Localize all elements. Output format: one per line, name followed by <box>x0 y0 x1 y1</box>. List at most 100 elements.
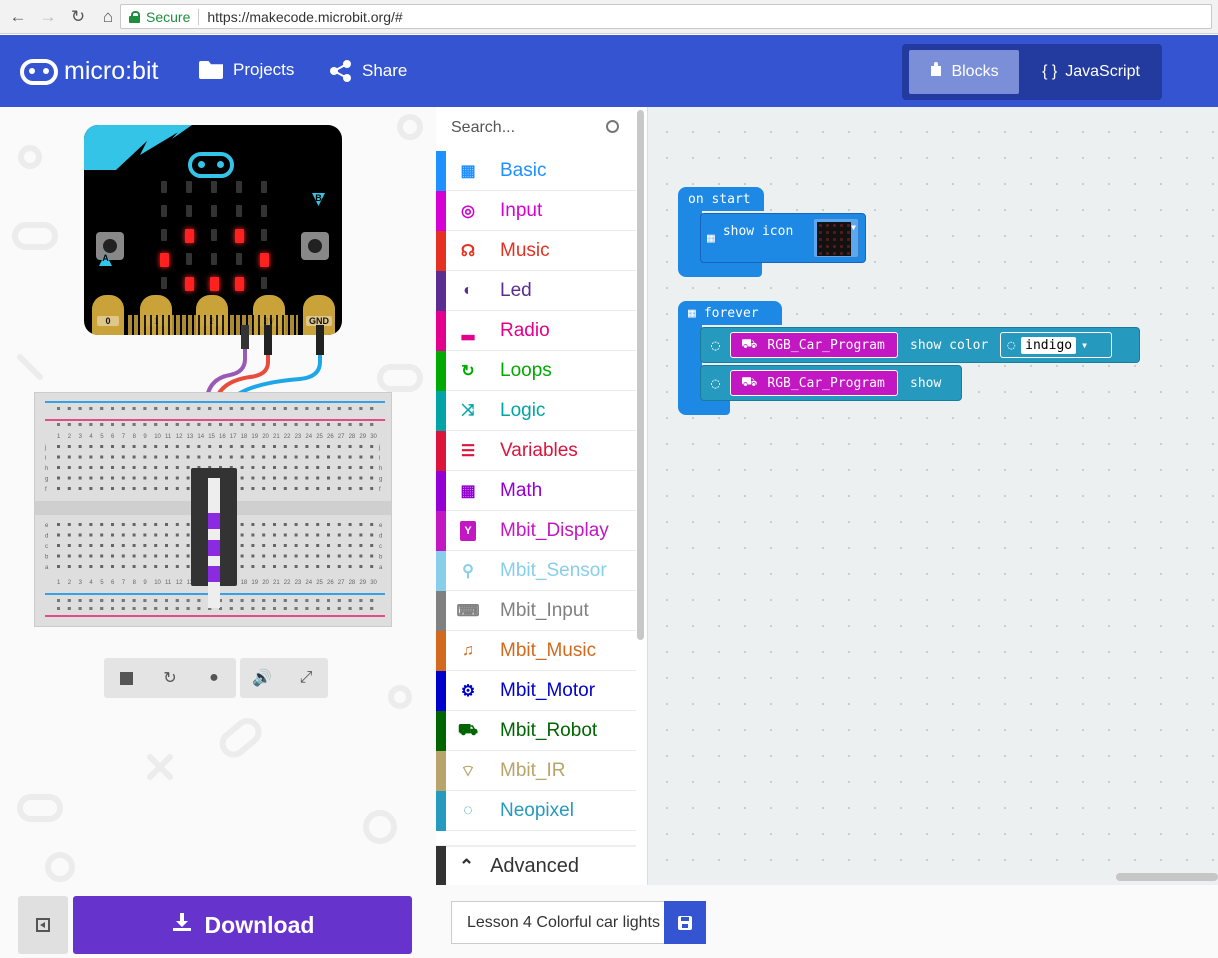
toolbox-category-led[interactable]: ◐ Led <box>436 270 636 311</box>
javascript-label: JavaScript <box>1065 63 1140 80</box>
blocks-workspace[interactable]: on start ▦ show icon ▼ ▦ forever ◌ ⛟ RGB… <box>648 107 1218 885</box>
rgb-show-block[interactable]: ◌ ⛟ RGB_Car_Program show <box>700 365 962 401</box>
list-icon: ☰ <box>460 442 476 460</box>
show-icon-block[interactable]: ▦ show icon ▼ <box>700 213 866 263</box>
toolbox-category-radio[interactable]: ▂ Radio <box>436 310 636 351</box>
breadboard-column-number: 20 <box>262 580 269 586</box>
microbit-board[interactable]: A B 0 1 2 3V GND <box>84 125 342 335</box>
show-color-label: show color <box>910 337 989 353</box>
breadboard-column-number: 5 <box>100 580 104 586</box>
toolbox-advanced[interactable]: ⌃ Advanced <box>436 845 636 886</box>
toolbox-category-mbit-ir[interactable]: ⌔ Mbit_IR <box>436 750 636 791</box>
led <box>236 205 242 217</box>
home-icon[interactable]: ⌂ <box>96 5 120 29</box>
led <box>160 253 169 267</box>
color-dropdown[interactable]: ◌ indigo ▼ <box>1000 332 1113 358</box>
led <box>161 229 167 241</box>
rgb-car-program-chip[interactable]: ⛟ RGB_Car_Program <box>730 370 899 396</box>
breadboard-column-number: 24 <box>305 580 312 586</box>
breadboard-row-letter: d <box>45 534 48 540</box>
breadboard-column-number: 11 <box>165 434 172 440</box>
toolbox-category-math[interactable]: ▦ Math <box>436 470 636 511</box>
breadboard-column-number: 7 <box>122 580 126 586</box>
breadboard-column-number: 28 <box>349 434 356 440</box>
project-name-input[interactable]: Lesson 4 Colorful car lights <box>451 901 664 944</box>
forever-block[interactable]: ▦ forever <box>678 301 782 325</box>
toolbox-category-mbit-display[interactable]: Y Mbit_Display <box>436 510 636 551</box>
breadboard-column-number: 1 <box>57 580 61 586</box>
save-button[interactable] <box>664 901 706 944</box>
breadboard-column-number: 2 <box>68 434 72 440</box>
led <box>236 253 242 265</box>
button-a[interactable] <box>96 232 124 260</box>
breadboard-row-letter: e <box>45 523 49 529</box>
workspace-horizontal-scrollbar[interactable] <box>1116 873 1218 881</box>
breadboard-column-number: 20 <box>262 434 269 440</box>
breadboard-column-number: 13 <box>187 434 194 440</box>
button-b[interactable] <box>301 232 329 260</box>
toolbox-category-logic[interactable]: ⤨ Logic <box>436 390 636 431</box>
breadboard-column-number: 18 <box>241 580 248 586</box>
share-icon <box>330 60 352 82</box>
led <box>161 181 167 193</box>
breadboard-column-number: 23 <box>295 580 302 586</box>
mute-icon[interactable]: 🔊 <box>240 658 284 698</box>
javascript-editor-button[interactable]: { } JavaScript <box>1026 50 1156 94</box>
restart-icon[interactable]: ↻ <box>148 658 192 698</box>
toolbox-category-neopixel[interactable]: ◌ Neopixel <box>436 790 636 831</box>
breadboard-column-number: 15 <box>208 434 215 440</box>
toolbox-category-variables[interactable]: ☰ Variables <box>436 430 636 471</box>
breadboard-row-letter: h <box>45 466 48 472</box>
logo-touch-icon[interactable] <box>188 152 234 178</box>
music-note-icon: ♫ <box>462 641 474 659</box>
rgb-show-color-block[interactable]: ◌ ⛟ RGB_Car_Program show color ◌ indigo … <box>700 327 1140 363</box>
category-label: Basic <box>500 159 547 181</box>
share-button[interactable]: Share <box>330 60 407 82</box>
microbit-logo[interactable]: micro:bit <box>20 57 158 86</box>
wrench-icon: ⚲ <box>462 562 474 580</box>
toolbox-category-mbit-robot[interactable]: ⛟ Mbit_Robot <box>436 710 636 751</box>
url-text[interactable]: https://makecode.microbit.org/# <box>207 9 402 25</box>
toolbox-category-loops[interactable]: ↻ Loops <box>436 350 636 391</box>
breadboard-row-letter: i <box>379 456 380 462</box>
puzzle-piece-icon <box>929 61 943 83</box>
address-bar[interactable]: Secure https://makecode.microbit.org/# <box>120 4 1212 29</box>
toolbox-category-input[interactable]: ◎ Input <box>436 190 636 231</box>
search-icon[interactable] <box>606 120 619 133</box>
lock-icon <box>129 10 140 23</box>
blocks-editor-button[interactable]: Blocks <box>909 50 1019 94</box>
toolbox-category-mbit-motor[interactable]: ⚙ Mbit_Motor <box>436 670 636 711</box>
projects-button[interactable]: Projects <box>199 60 294 80</box>
toolbox-category-mbit-input[interactable]: ⌨ Mbit_Input <box>436 590 636 631</box>
toolbox-category-mbit-music[interactable]: ♫ Mbit_Music <box>436 630 636 671</box>
rgb-car-program-chip[interactable]: ⛟ RGB_Car_Program <box>730 332 899 358</box>
fullscreen-icon[interactable]: ⤢ <box>284 658 328 698</box>
toolbox-scrollbar[interactable] <box>637 110 644 640</box>
download-label: Download <box>204 911 315 938</box>
breadboard-column-number: 30 <box>370 580 377 586</box>
reload-icon[interactable]: ↻ <box>66 5 90 29</box>
secure-indicator[interactable]: Secure <box>129 9 190 25</box>
forever-label: forever <box>703 305 759 321</box>
breadboard-row-letter: d <box>379 534 382 540</box>
icon-picker[interactable]: ▼ <box>813 218 859 258</box>
download-button[interactable]: Download <box>73 896 412 954</box>
led <box>185 277 194 291</box>
folder-icon <box>199 61 223 79</box>
toolbox-category-basic[interactable]: ▦ Basic <box>436 150 636 191</box>
stop-icon[interactable] <box>104 658 148 698</box>
toolbox-category-mbit-sensor[interactable]: ⚲ Mbit_Sensor <box>436 550 636 591</box>
led <box>261 229 267 241</box>
toggle-icon: ◐ <box>463 281 473 299</box>
slow-mo-icon[interactable]: ● <box>192 658 236 698</box>
forward-arrow-icon[interactable]: → <box>36 5 60 29</box>
collapse-simulator-button[interactable] <box>18 896 68 954</box>
on-start-block[interactable]: on start <box>678 187 764 211</box>
toolbox-category-music[interactable]: ☊ Music <box>436 230 636 271</box>
breadboard-row-letter: j <box>378 445 380 451</box>
breadboard-row-letter: c <box>45 544 48 550</box>
breadboard-column-number: 8 <box>133 580 137 586</box>
back-arrow-icon[interactable]: ← <box>6 5 30 29</box>
advanced-label: Advanced <box>490 854 580 877</box>
category-label: Math <box>500 479 543 501</box>
